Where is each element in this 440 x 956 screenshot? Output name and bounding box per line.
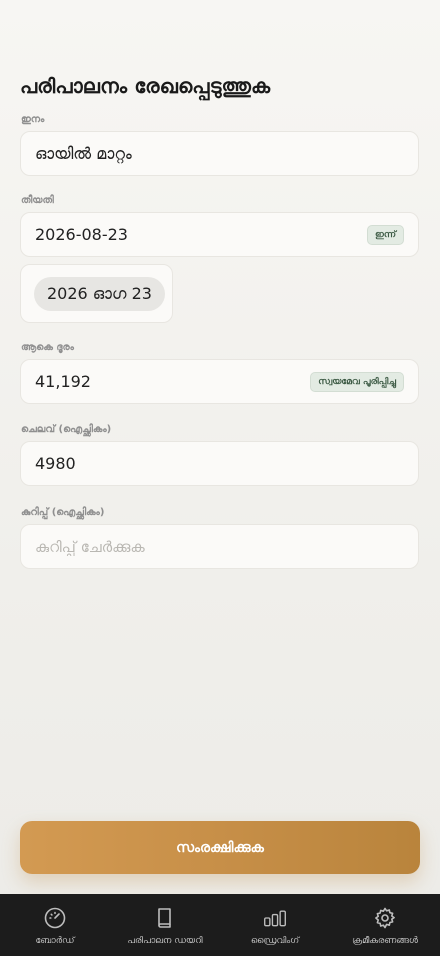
distance-label: ആകെ ദൂരം xyxy=(21,342,74,353)
type-label: ഇനം xyxy=(21,114,45,125)
date-picker[interactable]: 2026 ഓഗ 23 xyxy=(20,264,173,323)
distance-value: 41,192 xyxy=(35,372,91,391)
cost-label: ചെലവ് (ഐച്ഛികം) xyxy=(21,424,112,435)
cost-field[interactable]: 4980 xyxy=(20,441,419,486)
date-field[interactable]: 2026-08-23 ഇന്ന് xyxy=(20,212,419,257)
nav-item-board[interactable]: ബോർഡ് xyxy=(0,894,110,956)
note-field[interactable] xyxy=(20,524,419,569)
date-label: തീയതി xyxy=(21,195,54,206)
book-icon xyxy=(158,908,171,928)
gear-icon xyxy=(375,907,395,929)
gauge-icon xyxy=(44,907,66,929)
nav-item-diary[interactable]: പരിപാലന ഡയറി xyxy=(110,894,220,956)
date-picker-pill[interactable]: 2026 ഓഗ 23 xyxy=(34,276,165,311)
nav-label-board: ബോർഡ് xyxy=(35,936,75,946)
save-button[interactable]: സംരക്ഷിക്കുക xyxy=(20,821,420,874)
page-title: പരിപാലനം രേഖപ്പെടുത്തുക xyxy=(20,74,271,98)
date-value: 2026-08-23 xyxy=(35,225,128,244)
cost-value: 4980 xyxy=(35,454,76,473)
bar-chart-icon xyxy=(264,910,286,927)
nav-item-settings[interactable]: ക്രമീകരണങ്ങൾ xyxy=(330,894,440,956)
distance-field[interactable]: 41,192 സ്വയമേവ പൂരിപ്പിച്ചു xyxy=(20,359,419,404)
autofill-chip: സ്വയമേവ പൂരിപ്പിച്ചു xyxy=(310,371,404,392)
nav-label-settings: ക്രമീകരണങ്ങൾ xyxy=(352,936,418,946)
type-value: ഓയിൽ മാറ്റം xyxy=(35,143,132,163)
today-chip[interactable]: ഇന്ന് xyxy=(367,224,404,245)
nav-label-driving: ഡ്രൈവിംഗ് xyxy=(250,936,300,946)
nav-item-driving[interactable]: ഡ്രൈവിംഗ് xyxy=(220,894,330,956)
type-field[interactable]: ഓയിൽ മാറ്റം xyxy=(20,131,419,176)
note-input[interactable] xyxy=(35,537,404,556)
bottom-nav: ബോർഡ് പരിപാലന ഡയറി ഡ്രൈവിംഗ് ക്രമീകരണങ്ങ… xyxy=(0,894,440,956)
note-label: കുറിപ്പ് (ഐച്ഛികം) xyxy=(21,507,105,518)
nav-label-diary: പരിപാലന ഡയറി xyxy=(127,936,203,946)
